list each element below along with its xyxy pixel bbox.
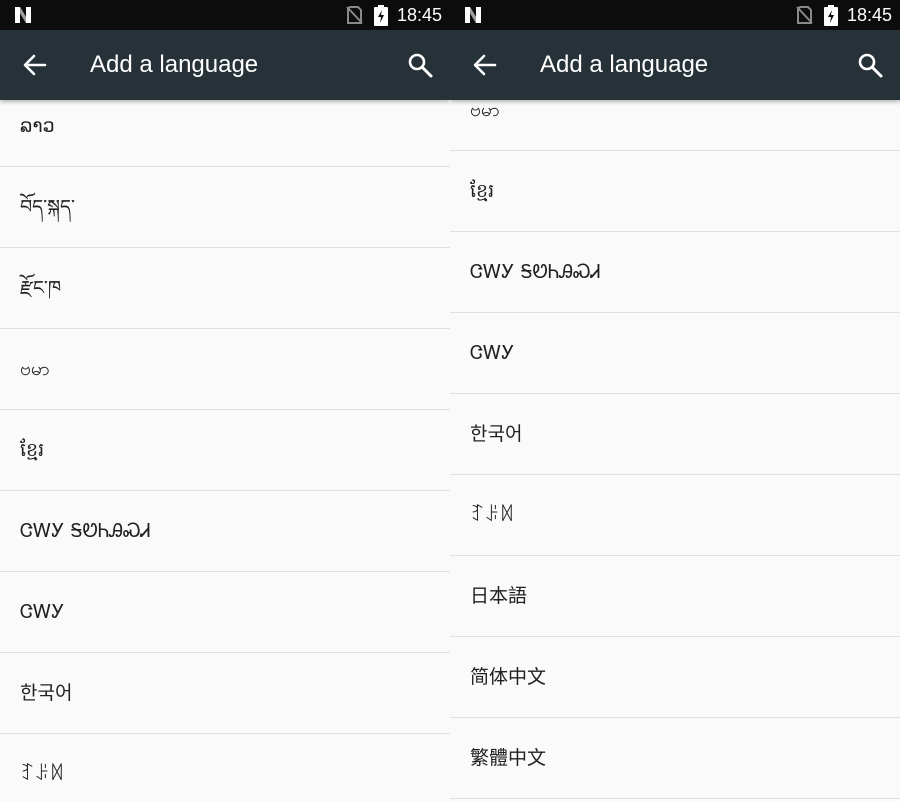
language-item[interactable]: 한국어 xyxy=(450,394,900,475)
arrow-back-icon[interactable] xyxy=(470,50,500,80)
app-bar: Add a language xyxy=(450,30,900,100)
language-label: ဗမာ xyxy=(20,358,50,380)
language-list[interactable]: ဗမာ ខ្មែរ ᏣᎳᎩ ᎦᏬᏂᎯᏍᏗ ᏣᎳᎩ 한국어 ꆈꌠꉙ 日本語 简体中… xyxy=(450,100,900,801)
language-item[interactable]: ខ្មែរ xyxy=(0,410,450,491)
no-sim-icon xyxy=(346,6,363,24)
status-bar: 18:45 xyxy=(0,0,450,30)
language-item[interactable]: ᏣᎳᎩ ᎦᏬᏂᎯᏍᏗ xyxy=(0,491,450,572)
language-label: ဗမာ xyxy=(470,100,500,121)
language-item[interactable]: ဗမာ xyxy=(0,329,450,410)
language-item[interactable]: ລາວ xyxy=(0,100,450,167)
language-item[interactable]: ᏣᎳᎩ ᎦᏬᏂᎯᏍᏗ xyxy=(450,232,900,313)
language-label: 繁體中文 xyxy=(470,747,547,769)
language-list[interactable]: ລາວ བོད་སྐད་ རྫོང་ཁ ဗမာ ខ្មែរ ᏣᎳᎩ ᎦᏬᏂᎯᏍᏗ… xyxy=(0,100,450,801)
search-icon[interactable] xyxy=(405,50,435,80)
right-screen: 18:45 Add a language ဗမာ ខ្មែរ ᏣᎳᎩ ᎦᏬᏂᎯᏍ… xyxy=(450,0,900,801)
language-label: རྫོང་ཁ xyxy=(20,277,62,299)
language-label: ខ្មែរ xyxy=(470,180,495,202)
language-item[interactable]: 한국어 xyxy=(0,653,450,734)
language-label: 简体中文 xyxy=(470,666,547,688)
language-item[interactable]: ᏣᎳᎩ xyxy=(450,313,900,394)
screenshot-stage: 18:45 Add a language ລາວ བོད་སྐད་ རྫོང་ཁ… xyxy=(0,0,900,801)
status-time: 18:45 xyxy=(847,5,893,25)
page-title: Add a language xyxy=(90,51,259,78)
language-item[interactable]: རྫོང་ཁ xyxy=(0,248,450,329)
language-label: 한국어 xyxy=(470,423,523,445)
status-bar: 18:45 xyxy=(450,0,900,30)
language-label: ᏣᎳᎩ xyxy=(20,601,65,623)
notification-n-icon xyxy=(465,7,481,23)
language-label: ꆈꌠꉙ xyxy=(470,504,515,526)
status-time: 18:45 xyxy=(397,5,443,25)
language-item[interactable]: 简体中文 xyxy=(450,637,900,718)
battery-charging-icon xyxy=(824,5,838,26)
language-list-content: ဗမာ ខ្មែរ ᏣᎳᎩ ᎦᏬᏂᎯᏍᏗ ᏣᎳᎩ 한국어 ꆈꌠꉙ 日本語 简体中… xyxy=(450,100,900,799)
notification-n-icon xyxy=(15,7,31,23)
left-screen: 18:45 Add a language ລາວ བོད་སྐད་ རྫོང་ཁ… xyxy=(0,0,450,801)
language-item[interactable]: ᏣᎳᎩ xyxy=(0,572,450,653)
page-title: Add a language xyxy=(540,51,709,78)
battery-charging-icon xyxy=(374,5,388,26)
no-sim-icon xyxy=(796,6,813,24)
language-item[interactable]: བོད་སྐད་ xyxy=(0,167,450,248)
language-item[interactable]: ဗမာ xyxy=(450,100,900,151)
arrow-back-icon[interactable] xyxy=(20,50,50,80)
language-item[interactable]: 繁體中文 xyxy=(450,718,900,799)
search-icon[interactable] xyxy=(855,50,885,80)
language-label: ᏣᎳᎩ ᎦᏬᏂᎯᏍᏗ xyxy=(470,261,601,283)
language-label: ខ្មែរ xyxy=(20,439,45,461)
app-bar: Add a language xyxy=(0,30,450,100)
language-label: ꆈꌠꉙ xyxy=(20,763,65,785)
language-label: བོད་སྐད་ xyxy=(20,196,75,218)
language-label: ລາວ xyxy=(20,115,55,137)
language-label: ᏣᎳᎩ xyxy=(470,342,515,364)
language-item[interactable]: 日本語 xyxy=(450,556,900,637)
language-label: 日本語 xyxy=(470,585,528,607)
language-label: 한국어 xyxy=(20,682,73,704)
language-item[interactable]: ꆈꌠꉙ xyxy=(450,475,900,556)
language-item[interactable]: ꆈꌠꉙ xyxy=(0,734,450,801)
language-item[interactable]: ខ្មែរ xyxy=(450,151,900,232)
language-list-content: ລາວ བོད་སྐད་ རྫོང་ཁ ဗမာ ខ្មែរ ᏣᎳᎩ ᎦᏬᏂᎯᏍᏗ… xyxy=(0,100,450,801)
language-label: ᏣᎳᎩ ᎦᏬᏂᎯᏍᏗ xyxy=(20,520,151,542)
